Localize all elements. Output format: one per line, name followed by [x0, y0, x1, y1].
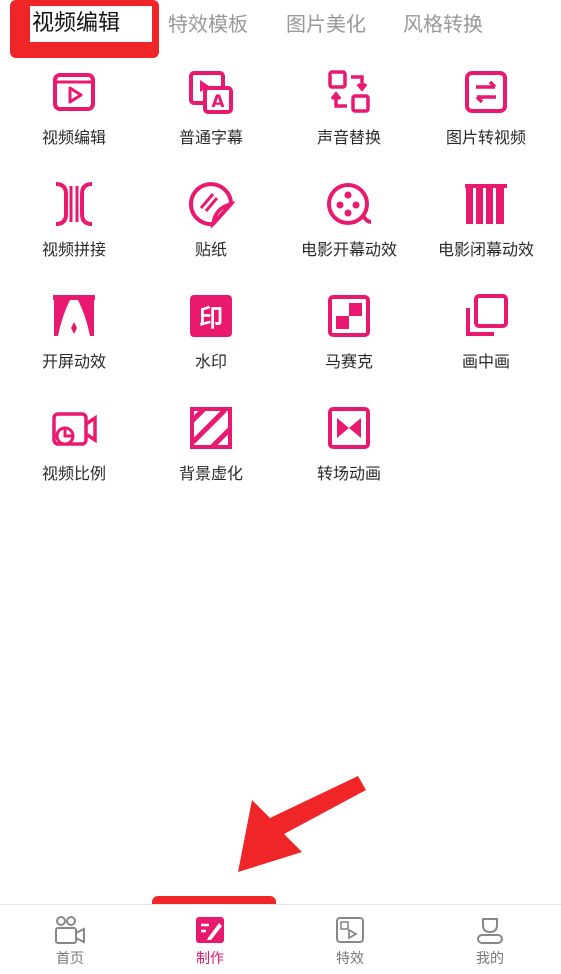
watermark-stamp-icon: 印 [187, 292, 235, 340]
tool-transition[interactable]: 转场动画 [279, 404, 419, 504]
svg-text:A: A [211, 92, 225, 112]
picture-in-picture-icon [462, 292, 510, 340]
top-tab-bar: 视频编辑 特效模板 图片美化 风格转换 [0, 0, 561, 58]
video-edit-icon [50, 68, 98, 116]
mosaic-icon [325, 292, 373, 340]
background-blur-icon [187, 404, 235, 452]
nav-home[interactable]: 首页 [0, 905, 140, 974]
tool-video-ratio[interactable]: 视频比例 [4, 404, 144, 504]
tool-label: 视频比例 [41, 464, 106, 483]
tab-video-edit[interactable]: 视频编辑 [32, 8, 120, 40]
tool-label: 声音替换 [316, 128, 381, 147]
bottom-nav: 首页 制作 特效 我的 [0, 904, 561, 974]
tool-picture-in-picture[interactable]: 画中画 [416, 292, 556, 392]
tool-film-open[interactable]: 电影开幕动效 [279, 180, 419, 280]
tool-video-edit[interactable]: 视频编辑 [4, 68, 144, 168]
video-ratio-icon [50, 404, 98, 452]
curtain-close-icon [462, 180, 510, 228]
sticker-icon [187, 180, 235, 228]
tool-label: 电影闭幕动效 [437, 240, 534, 259]
tool-label: 背景虚化 [178, 464, 243, 483]
tool-label: 水印 [194, 352, 227, 371]
image-to-video-icon [462, 68, 510, 116]
film-reel-icon [325, 180, 373, 228]
tool-label: 转场动画 [316, 464, 381, 483]
tool-label: 视频拼接 [41, 240, 106, 259]
nav-label: 我的 [476, 951, 504, 967]
sound-replace-icon [325, 68, 373, 116]
tool-label: 图片转视频 [445, 128, 526, 147]
tool-label: 视频编辑 [41, 128, 106, 147]
tool-image-to-video[interactable]: 图片转视频 [416, 68, 556, 168]
tool-label: 电影开幕动效 [300, 240, 397, 259]
create-edit-icon [194, 915, 226, 945]
tool-splash-effect[interactable]: 开屏动效 [4, 292, 144, 392]
subtitle-icon: A [187, 68, 235, 116]
tab-image-beautify[interactable]: 图片美化 [286, 8, 366, 40]
tab-style-transfer[interactable]: 风格转换 [403, 8, 483, 40]
nav-label: 特效 [336, 951, 364, 967]
tool-sound-replace[interactable]: 声音替换 [279, 68, 419, 168]
transition-icon [325, 404, 373, 452]
nav-create[interactable]: 制作 [140, 905, 280, 974]
effects-icon [334, 915, 366, 945]
tool-watermark[interactable]: 印 水印 [141, 292, 281, 392]
tool-sticker[interactable]: 贴纸 [141, 180, 281, 280]
svg-text:印: 印 [199, 304, 223, 332]
tool-label: 马赛克 [324, 352, 373, 371]
tool-video-splice[interactable]: 视频拼接 [4, 180, 144, 280]
nav-label: 首页 [56, 951, 84, 967]
profile-icon [474, 915, 506, 945]
nav-effects[interactable]: 特效 [280, 905, 420, 974]
video-splice-icon [50, 180, 98, 228]
curtain-open-icon [50, 292, 98, 340]
tool-mosaic[interactable]: 马赛克 [279, 292, 419, 392]
nav-profile[interactable]: 我的 [420, 905, 560, 974]
tool-label: 普通字幕 [178, 128, 243, 147]
tool-label: 贴纸 [194, 240, 227, 259]
tool-label: 开屏动效 [41, 352, 106, 371]
tool-film-close[interactable]: 电影闭幕动效 [416, 180, 556, 280]
tool-label: 画中画 [461, 352, 510, 371]
tool-subtitle[interactable]: A 普通字幕 [141, 68, 281, 168]
tool-background-blur[interactable]: 背景虚化 [141, 404, 281, 504]
home-camera-icon [54, 915, 86, 945]
tab-effect-templates[interactable]: 特效模板 [168, 8, 248, 40]
nav-label: 制作 [196, 951, 224, 967]
